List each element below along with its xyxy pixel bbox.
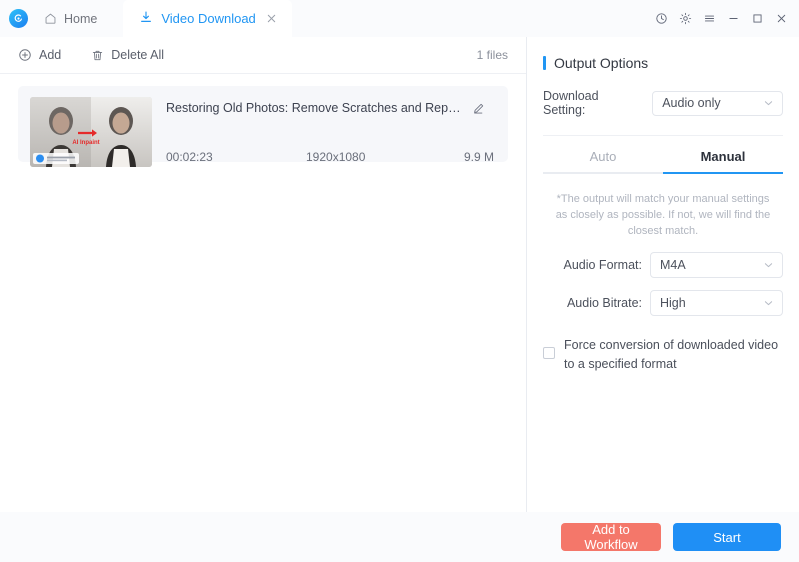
add-to-workflow-button[interactable]: Add to Workflow	[561, 522, 661, 552]
tab-video-download[interactable]: Video Download	[123, 0, 292, 37]
section-divider	[543, 135, 783, 136]
page-title: Output Options	[543, 55, 783, 71]
add-label: Add	[39, 48, 62, 62]
start-button[interactable]: Start	[673, 523, 781, 551]
tab-label: Video Download	[161, 11, 256, 26]
audio-bitrate-row: Audio Bitrate: High	[543, 289, 783, 316]
force-conversion-label: Force conversion of downloaded video to …	[564, 337, 779, 372]
tab-manual[interactable]: Manual	[663, 138, 783, 174]
gear-icon[interactable]	[673, 0, 697, 37]
file-size: 9.9 M	[463, 150, 494, 164]
window-close-icon[interactable]	[769, 0, 793, 37]
plus-circle-icon	[18, 48, 32, 62]
force-conversion-checkbox[interactable]	[543, 346, 555, 359]
trash-icon	[91, 49, 104, 62]
audio-bitrate-select[interactable]: High	[650, 289, 783, 316]
delete-all-button[interactable]: Delete All	[91, 48, 164, 62]
file-info: Restoring Old Photos: Remove Scratches a…	[166, 97, 494, 167]
tab-auto-underline	[543, 172, 663, 174]
main-body: Add Delete All 1 files AI Inpaint Restor…	[0, 37, 799, 512]
audio-bitrate-value: High	[660, 295, 686, 310]
list-toolbar: Add Delete All 1 files	[0, 37, 526, 74]
tab-manual-label: Manual	[700, 149, 746, 164]
title-bar: Home Video Download	[0, 0, 799, 37]
tab-manual-underline	[663, 172, 783, 174]
manual-note: *The output will match your manual setti…	[555, 193, 771, 237]
maximize-icon[interactable]	[745, 0, 769, 37]
mode-tabs: Auto Manual	[543, 138, 783, 174]
minimize-icon[interactable]	[721, 0, 745, 37]
delete-all-label: Delete All	[111, 48, 165, 62]
chevron-down-icon	[763, 297, 774, 308]
download-setting-select[interactable]: Audio only	[652, 90, 783, 116]
tab-close-icon[interactable]	[264, 12, 279, 26]
app-logo-icon	[8, 9, 28, 28]
download-setting-label: Download Setting:	[543, 89, 599, 117]
app-window: Home Video Download Add Delete All 1 fil…	[0, 0, 799, 562]
chevron-down-icon	[763, 259, 774, 270]
files-count-label: 1 files	[476, 48, 508, 62]
chevron-down-icon	[763, 98, 774, 109]
app-logo	[0, 0, 36, 37]
file-meta-row: 00:02:23 1920x1080 9.9 M	[166, 150, 494, 164]
pencil-edit-icon[interactable]	[472, 102, 485, 115]
hamburger-menu-icon[interactable]	[697, 0, 721, 37]
home-icon	[44, 12, 57, 25]
audio-format-row: Audio Format: M4A	[543, 251, 783, 278]
download-icon	[139, 10, 153, 27]
video-thumbnail: AI Inpaint	[30, 97, 152, 167]
file-list: AI Inpaint Restoring Old Photos: Remove …	[0, 74, 526, 512]
window-controls	[649, 0, 799, 37]
file-title: Restoring Old Photos: Remove Scratches a…	[166, 101, 466, 115]
force-conversion-row[interactable]: Force conversion of downloaded video to …	[543, 336, 783, 375]
download-setting-row: Download Setting: Audio only	[543, 89, 783, 117]
audio-format-select[interactable]: M4A	[650, 251, 783, 278]
audio-format-value: M4A	[660, 257, 686, 272]
add-button[interactable]: Add	[18, 48, 61, 62]
tab-auto-label: Auto	[589, 149, 617, 164]
tab-auto[interactable]: Auto	[543, 138, 663, 174]
clock-history-icon[interactable]	[649, 0, 673, 37]
titlebar-spacer	[292, 0, 649, 37]
footer-bar: Add to Workflow Start	[0, 512, 799, 562]
file-list-item[interactable]: AI Inpaint Restoring Old Photos: Remove …	[18, 86, 508, 167]
audio-format-label: Audio Format:	[563, 257, 642, 272]
svg-text:AI Inpaint: AI Inpaint	[72, 140, 99, 146]
download-setting-value: Audio only	[662, 96, 721, 110]
title-accent-bar	[543, 56, 546, 70]
file-list-pane: Add Delete All 1 files AI Inpaint Restor…	[0, 37, 527, 512]
file-duration: 00:02:23	[166, 150, 213, 164]
home-tab[interactable]: Home	[36, 0, 113, 37]
file-resolution: 1920x1080	[306, 150, 366, 164]
audio-bitrate-label: Audio Bitrate:	[566, 295, 642, 310]
output-options-pane: Output Options Download Setting: Audio o…	[527, 37, 799, 512]
file-title-row: Restoring Old Photos: Remove Scratches a…	[166, 101, 494, 115]
panel-title-label: Output Options	[554, 55, 649, 71]
home-label: Home	[64, 11, 98, 26]
